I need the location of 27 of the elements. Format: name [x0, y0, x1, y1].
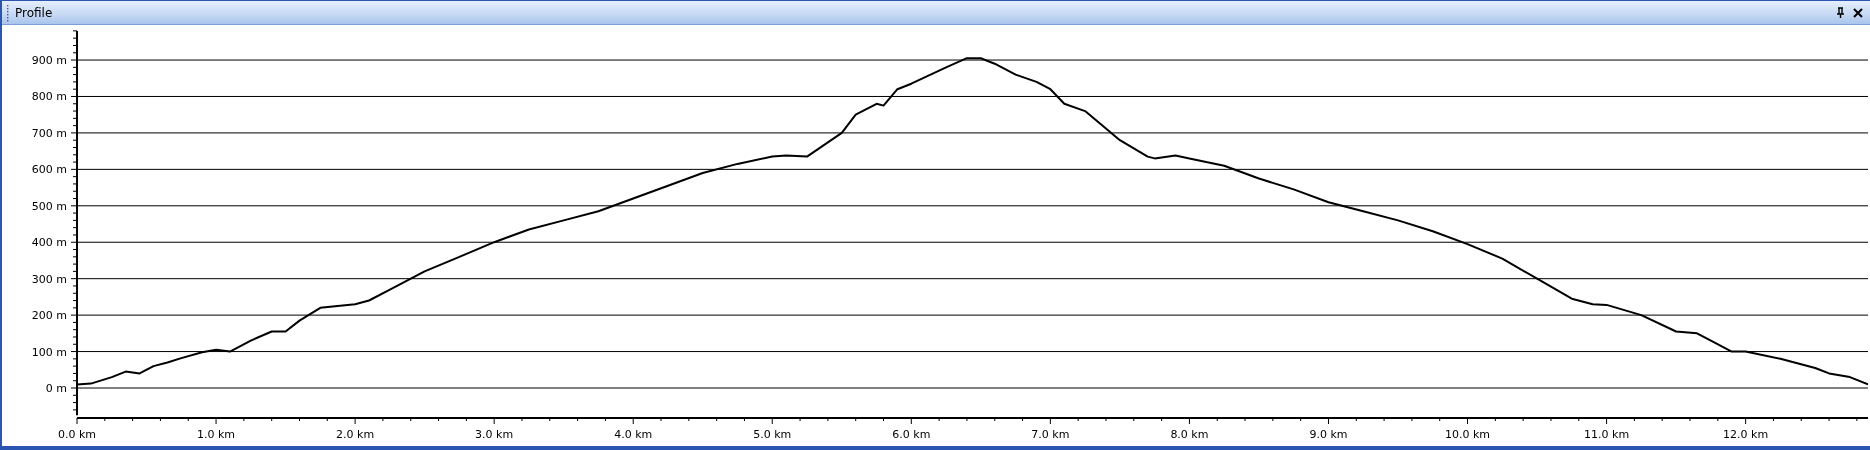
axis-label: 200 m [31, 309, 67, 323]
axis-label: 7.0 km [1031, 428, 1070, 441]
axis-label: 12.0 km [1723, 428, 1769, 441]
axis-label: 8.0 km [1170, 428, 1209, 441]
axis-label: 400 m [31, 236, 67, 250]
axis-label: 6.0 km [892, 428, 931, 441]
grip-icon[interactable] [6, 3, 9, 22]
axis-label: 700 m [31, 126, 67, 140]
axis-label: 300 m [31, 272, 67, 286]
axis-label: 600 m [31, 163, 67, 177]
axis-label: 4.0 km [614, 428, 653, 441]
axis-label: 900 m [31, 54, 67, 68]
axis-label: 3.0 km [475, 428, 514, 441]
axis-label: 800 m [31, 90, 67, 104]
axis-label: 100 m [31, 345, 67, 359]
axis-label: 10.0 km [1445, 428, 1491, 441]
axis-label: 5.0 km [753, 428, 792, 441]
axis-label: 9.0 km [1309, 428, 1348, 441]
axis-label: 500 m [31, 199, 67, 213]
pin-icon[interactable] [1834, 6, 1846, 19]
axis-label: 1.0 km [197, 428, 236, 441]
axis-label: 0.0 km [57, 428, 97, 441]
axis-label: 2.0 km [336, 428, 375, 441]
window-title: Profile [15, 5, 54, 20]
axis-label: 11.0 km [1584, 428, 1630, 441]
axis-label: 0 m [45, 382, 67, 395]
close-icon[interactable] [1852, 6, 1864, 19]
